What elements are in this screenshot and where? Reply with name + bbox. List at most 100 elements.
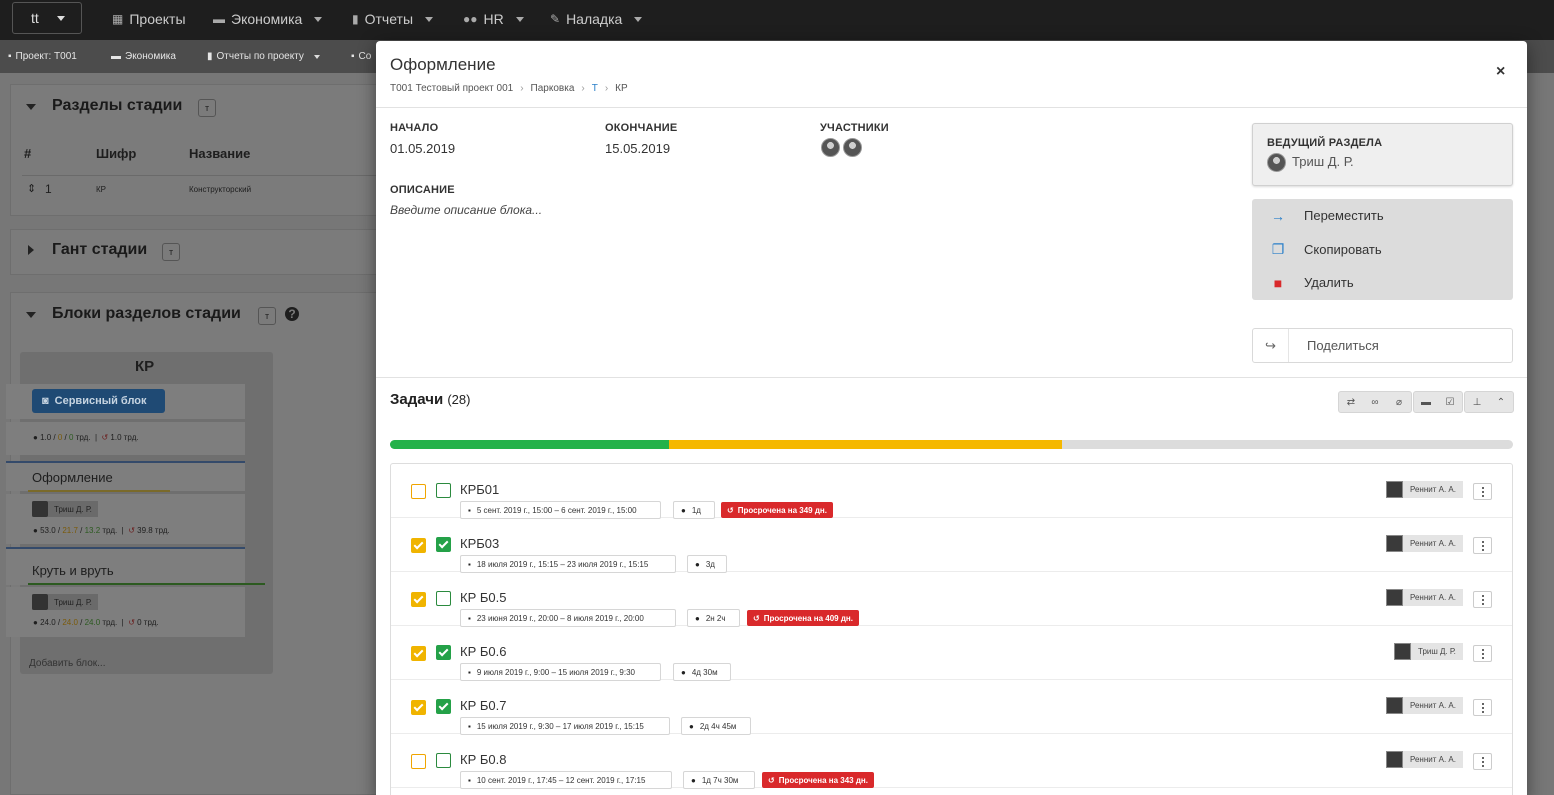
task-name[interactable]: КР Б0.8 [460,752,506,767]
avatar[interactable] [843,138,862,157]
task-done-checkbox[interactable] [436,537,451,552]
check-icon [438,538,449,549]
delete-button[interactable]: ■ Удалить [1252,266,1513,299]
nav-reports[interactable]: ▮ Отчеты [352,9,434,29]
task-row[interactable]: КР Б0.7 ▪ 15 июля 2019 г., 9:30 – 17 июля … [391,680,1512,735]
service-block-button[interactable]: ◙ Сервисный блок [32,389,165,413]
more-vertical-icon[interactable] [1473,753,1492,770]
nav-projects[interactable]: ▦ Проекты [112,9,186,29]
task-dates-text: 10 сент. 2019 г., 17:45 – 12 сент. 2019 … [476,775,646,785]
task-ready-checkbox[interactable] [411,754,426,769]
breadcrumb-parking[interactable]: Парковка [531,83,575,94]
task-dates[interactable]: ▪ 15 июля 2019 г., 9:30 – 17 июля 2019 г.… [460,717,670,735]
t-badge[interactable]: т [258,307,276,325]
subnav-project[interactable]: ▪ Проект: Т001 [8,51,77,62]
task-dates[interactable]: ▪ 23 июня 2019 г., 20:00 – 8 июля 2019 г.… [460,609,676,627]
chevron-up-icon[interactable]: ⌃ [1489,392,1513,412]
task-duration[interactable]: ● 2н 2ч [687,609,740,627]
end-date[interactable]: 15.05.2019 [605,141,670,156]
more-vertical-icon[interactable] [1473,483,1492,500]
breadcrumb-t[interactable]: Т [592,83,598,94]
task-ready-checkbox[interactable] [411,538,426,553]
task-dates[interactable]: ▪ 5 сент. 2019 г., 15:00 – 6 сент. 2019 г… [460,501,661,519]
task-ready-checkbox[interactable] [411,646,426,661]
avatar[interactable] [821,138,840,157]
task-assignee[interactable]: Реннит А. А. [1386,535,1463,552]
lead-panel: ВЕДУЩИЙ РАЗДЕЛА Триш Д. Р. [1252,123,1513,186]
expand-icon[interactable] [28,245,34,255]
task-row[interactable]: КРБ01 ▪ 5 сент. 2019 г., 15:00 – 6 сент. 2… [391,464,1512,519]
grid-icon: ▦ [112,12,124,26]
task-dates[interactable]: ▪ 18 июля 2019 г., 15:15 – 23 июля 2019 г… [460,555,676,573]
t-badge[interactable]: т [162,243,180,261]
description-input[interactable]: Введите описание блока... [390,203,542,217]
move-button[interactable]: → Переместить [1252,199,1513,232]
task-row[interactable]: КР Б0.8 ▪ 10 сент. 2019 г., 17:45 – 12 сен… [391,734,1512,789]
clock-icon: ● [681,505,686,515]
calendar-icon: ▪ [468,505,471,515]
deselect-icon[interactable]: ▬ [1414,392,1438,412]
collapse-icon[interactable] [26,312,36,318]
share-button[interactable]: ↪ Поделиться [1252,328,1513,363]
nav-hr[interactable]: ●● HR [463,9,524,29]
task-duration[interactable]: ● 4д 30м [673,663,731,681]
t-badge[interactable]: т [198,99,216,117]
pin-icon[interactable]: ⊥ [1465,392,1489,412]
task-name[interactable]: КР Б0.7 [460,698,506,713]
subnav-reports[interactable]: ▮ Отчеты по проекту [207,51,320,62]
more-vertical-icon[interactable] [1473,537,1492,554]
task-dates[interactable]: ▪ 10 сент. 2019 г., 17:45 – 12 сент. 2019… [460,771,672,789]
more-vertical-icon[interactable] [1473,645,1492,662]
task-assignee[interactable]: Реннит А. А. [1386,589,1463,606]
project-selector[interactable]: tt [12,2,82,34]
close-icon[interactable]: × [1496,63,1505,81]
help-icon[interactable]: ? [285,307,299,321]
task-name[interactable]: КРБ01 [460,482,499,497]
task-done-checkbox[interactable] [436,753,451,768]
task-name[interactable]: КР Б0.5 [460,590,506,605]
task-ready-checkbox[interactable] [411,592,426,607]
avatar [1267,153,1286,172]
collapse-icon[interactable] [26,104,36,110]
task-assignee[interactable]: Реннит А. А. [1386,481,1463,498]
task-name[interactable]: КР Б0.6 [460,644,506,659]
task-row[interactable]: КР Б0.6 ▪ 9 июля 2019 г., 9:00 – 15 июля 2… [391,626,1512,681]
copy-button[interactable]: ❐ Скопировать [1252,233,1513,266]
task-name[interactable]: КРБ03 [460,536,499,551]
task-done-checkbox[interactable] [436,591,451,606]
task-dates[interactable]: ▪ 9 июля 2019 г., 9:00 – 15 июля 2019 г.,… [460,663,661,681]
subnav-more[interactable]: ▪ Co [351,51,371,62]
checkbox-icon[interactable]: ☑ [1438,392,1462,412]
task-row[interactable]: КРБ03 ▪ 18 июля 2019 г., 15:15 – 23 июля 2… [391,518,1512,573]
nav-setup[interactable]: ✎ Наладка [550,9,643,29]
task-duration[interactable]: ● 3д [687,555,727,573]
link-icon[interactable]: ∞ [1363,392,1387,412]
task-dates-text: 9 июля 2019 г., 9:00 – 15 июля 2019 г., … [476,667,635,677]
more-vertical-icon[interactable] [1473,699,1492,716]
task-assignee[interactable]: Реннит А. А. [1386,751,1463,768]
progress-in-progress [668,440,1062,449]
task-ready-checkbox[interactable] [411,484,426,499]
task-duration[interactable]: ● 2д 4ч 45м [681,717,751,735]
task-duration[interactable]: ● 1д [673,501,715,519]
breadcrumb-project[interactable]: Т001 Тестовый проект 001 [390,83,513,94]
task-done-checkbox[interactable] [436,645,451,660]
task-assignee[interactable]: Триш Д. Р. [1394,643,1463,660]
swap-icon[interactable]: ⇄ [1339,392,1363,412]
add-block-link[interactable]: Добавить блок... [29,658,105,669]
task-duration[interactable]: ● 1д 7ч 30м [683,771,755,789]
more-vertical-icon[interactable] [1473,591,1492,608]
sort-icon[interactable]: ⇕ [27,182,36,195]
subnav-economics[interactable]: ▬ Экономика [111,51,176,62]
task-done-checkbox[interactable] [436,483,451,498]
start-date[interactable]: 01.05.2019 [390,141,455,156]
unlink-icon[interactable]: ⌀ [1387,392,1411,412]
svc-stat-b: 0 [57,433,63,442]
task-row[interactable]: КР Б0.5 ▪ 23 июня 2019 г., 20:00 – 8 июля … [391,572,1512,627]
breadcrumb-kr[interactable]: КР [615,83,628,94]
lead-name[interactable]: Триш Д. Р. [1292,154,1354,169]
task-assignee[interactable]: Реннит А. А. [1386,697,1463,714]
task-done-checkbox[interactable] [436,699,451,714]
task-ready-checkbox[interactable] [411,700,426,715]
nav-economics[interactable]: ▬ Экономика [213,9,323,29]
